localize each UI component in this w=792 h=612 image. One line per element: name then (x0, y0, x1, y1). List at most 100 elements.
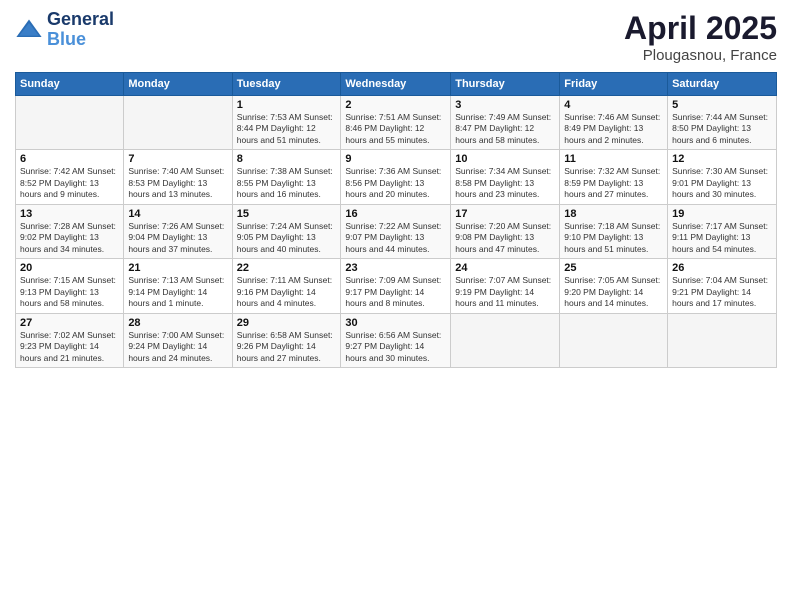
day-info: Sunrise: 6:56 AM Sunset: 9:27 PM Dayligh… (345, 330, 446, 364)
day-number: 28 (128, 317, 227, 329)
calendar-cell (451, 313, 560, 367)
day-info: Sunrise: 7:18 AM Sunset: 9:10 PM Dayligh… (564, 221, 663, 255)
calendar-cell: 18Sunrise: 7:18 AM Sunset: 9:10 PM Dayli… (560, 204, 668, 258)
day-number: 6 (20, 153, 119, 165)
day-number: 2 (345, 99, 446, 111)
day-info: Sunrise: 7:30 AM Sunset: 9:01 PM Dayligh… (672, 166, 772, 200)
day-number: 27 (20, 317, 119, 329)
calendar-cell: 30Sunrise: 6:56 AM Sunset: 9:27 PM Dayli… (341, 313, 451, 367)
day-info: Sunrise: 7:40 AM Sunset: 8:53 PM Dayligh… (128, 166, 227, 200)
day-number: 13 (20, 208, 119, 220)
day-info: Sunrise: 7:44 AM Sunset: 8:50 PM Dayligh… (672, 112, 772, 146)
day-number: 16 (345, 208, 446, 220)
weekday-header: Sunday (16, 73, 124, 96)
calendar-cell: 2Sunrise: 7:51 AM Sunset: 8:46 PM Daylig… (341, 96, 451, 150)
day-info: Sunrise: 7:20 AM Sunset: 9:08 PM Dayligh… (455, 221, 555, 255)
day-number: 4 (564, 99, 663, 111)
day-info: Sunrise: 7:26 AM Sunset: 9:04 PM Dayligh… (128, 221, 227, 255)
calendar-cell: 20Sunrise: 7:15 AM Sunset: 9:13 PM Dayli… (16, 259, 124, 313)
day-info: Sunrise: 7:28 AM Sunset: 9:02 PM Dayligh… (20, 221, 119, 255)
calendar-subtitle: Plougasnou, France (624, 47, 777, 64)
day-number: 20 (20, 262, 119, 274)
day-info: Sunrise: 7:53 AM Sunset: 8:44 PM Dayligh… (237, 112, 337, 146)
day-number: 18 (564, 208, 663, 220)
day-info: Sunrise: 7:22 AM Sunset: 9:07 PM Dayligh… (345, 221, 446, 255)
calendar-cell: 15Sunrise: 7:24 AM Sunset: 9:05 PM Dayli… (232, 204, 341, 258)
day-number: 25 (564, 262, 663, 274)
day-info: Sunrise: 7:11 AM Sunset: 9:16 PM Dayligh… (237, 275, 337, 309)
day-info: Sunrise: 7:17 AM Sunset: 9:11 PM Dayligh… (672, 221, 772, 255)
day-number: 26 (672, 262, 772, 274)
calendar-cell: 23Sunrise: 7:09 AM Sunset: 9:17 PM Dayli… (341, 259, 451, 313)
day-info: Sunrise: 7:05 AM Sunset: 9:20 PM Dayligh… (564, 275, 663, 309)
calendar-cell: 24Sunrise: 7:07 AM Sunset: 9:19 PM Dayli… (451, 259, 560, 313)
calendar-cell: 6Sunrise: 7:42 AM Sunset: 8:52 PM Daylig… (16, 150, 124, 204)
day-info: Sunrise: 7:34 AM Sunset: 8:58 PM Dayligh… (455, 166, 555, 200)
calendar-cell: 11Sunrise: 7:32 AM Sunset: 8:59 PM Dayli… (560, 150, 668, 204)
day-number: 29 (237, 317, 337, 329)
day-number: 5 (672, 99, 772, 111)
day-number: 23 (345, 262, 446, 274)
calendar-title: April 2025 (624, 10, 777, 47)
calendar-cell: 4Sunrise: 7:46 AM Sunset: 8:49 PM Daylig… (560, 96, 668, 150)
calendar-cell: 27Sunrise: 7:02 AM Sunset: 9:23 PM Dayli… (16, 313, 124, 367)
day-info: Sunrise: 7:32 AM Sunset: 8:59 PM Dayligh… (564, 166, 663, 200)
day-number: 22 (237, 262, 337, 274)
day-info: Sunrise: 7:46 AM Sunset: 8:49 PM Dayligh… (564, 112, 663, 146)
calendar-cell: 9Sunrise: 7:36 AM Sunset: 8:56 PM Daylig… (341, 150, 451, 204)
calendar-cell (16, 96, 124, 150)
day-info: Sunrise: 7:38 AM Sunset: 8:55 PM Dayligh… (237, 166, 337, 200)
calendar-cell: 7Sunrise: 7:40 AM Sunset: 8:53 PM Daylig… (124, 150, 232, 204)
calendar-week-row: 20Sunrise: 7:15 AM Sunset: 9:13 PM Dayli… (16, 259, 777, 313)
calendar-cell: 19Sunrise: 7:17 AM Sunset: 9:11 PM Dayli… (668, 204, 777, 258)
day-number: 11 (564, 153, 663, 165)
weekday-header: Wednesday (341, 73, 451, 96)
day-info: Sunrise: 7:42 AM Sunset: 8:52 PM Dayligh… (20, 166, 119, 200)
calendar-cell: 10Sunrise: 7:34 AM Sunset: 8:58 PM Dayli… (451, 150, 560, 204)
logo-icon (15, 16, 43, 44)
day-info: Sunrise: 7:15 AM Sunset: 9:13 PM Dayligh… (20, 275, 119, 309)
weekday-header: Saturday (668, 73, 777, 96)
weekday-header-row: SundayMondayTuesdayWednesdayThursdayFrid… (16, 73, 777, 96)
calendar-cell: 16Sunrise: 7:22 AM Sunset: 9:07 PM Dayli… (341, 204, 451, 258)
day-number: 17 (455, 208, 555, 220)
day-number: 14 (128, 208, 227, 220)
day-number: 15 (237, 208, 337, 220)
day-info: Sunrise: 7:24 AM Sunset: 9:05 PM Dayligh… (237, 221, 337, 255)
day-info: Sunrise: 7:02 AM Sunset: 9:23 PM Dayligh… (20, 330, 119, 364)
calendar-cell: 28Sunrise: 7:00 AM Sunset: 9:24 PM Dayli… (124, 313, 232, 367)
calendar-cell: 22Sunrise: 7:11 AM Sunset: 9:16 PM Dayli… (232, 259, 341, 313)
weekday-header: Monday (124, 73, 232, 96)
page: General Blue April 2025 Plougasnou, Fran… (0, 0, 792, 612)
day-info: Sunrise: 7:09 AM Sunset: 9:17 PM Dayligh… (345, 275, 446, 309)
day-number: 30 (345, 317, 446, 329)
day-number: 3 (455, 99, 555, 111)
calendar-table: SundayMondayTuesdayWednesdayThursdayFrid… (15, 72, 777, 368)
calendar-cell: 14Sunrise: 7:26 AM Sunset: 9:04 PM Dayli… (124, 204, 232, 258)
calendar-cell: 1Sunrise: 7:53 AM Sunset: 8:44 PM Daylig… (232, 96, 341, 150)
calendar-cell: 13Sunrise: 7:28 AM Sunset: 9:02 PM Dayli… (16, 204, 124, 258)
calendar-cell: 3Sunrise: 7:49 AM Sunset: 8:47 PM Daylig… (451, 96, 560, 150)
day-number: 12 (672, 153, 772, 165)
weekday-header: Tuesday (232, 73, 341, 96)
day-info: Sunrise: 7:51 AM Sunset: 8:46 PM Dayligh… (345, 112, 446, 146)
day-info: Sunrise: 7:00 AM Sunset: 9:24 PM Dayligh… (128, 330, 227, 364)
calendar-cell: 12Sunrise: 7:30 AM Sunset: 9:01 PM Dayli… (668, 150, 777, 204)
day-number: 19 (672, 208, 772, 220)
day-number: 9 (345, 153, 446, 165)
calendar-cell: 17Sunrise: 7:20 AM Sunset: 9:08 PM Dayli… (451, 204, 560, 258)
day-info: Sunrise: 7:13 AM Sunset: 9:14 PM Dayligh… (128, 275, 227, 309)
day-info: Sunrise: 7:36 AM Sunset: 8:56 PM Dayligh… (345, 166, 446, 200)
day-number: 8 (237, 153, 337, 165)
weekday-header: Thursday (451, 73, 560, 96)
title-block: April 2025 Plougasnou, France (624, 10, 777, 64)
logo-text: General Blue (47, 10, 114, 50)
calendar-cell: 8Sunrise: 7:38 AM Sunset: 8:55 PM Daylig… (232, 150, 341, 204)
calendar-week-row: 6Sunrise: 7:42 AM Sunset: 8:52 PM Daylig… (16, 150, 777, 204)
calendar-cell: 29Sunrise: 6:58 AM Sunset: 9:26 PM Dayli… (232, 313, 341, 367)
calendar-week-row: 1Sunrise: 7:53 AM Sunset: 8:44 PM Daylig… (16, 96, 777, 150)
day-number: 21 (128, 262, 227, 274)
header: General Blue April 2025 Plougasnou, Fran… (15, 10, 777, 64)
day-number: 1 (237, 99, 337, 111)
calendar-week-row: 27Sunrise: 7:02 AM Sunset: 9:23 PM Dayli… (16, 313, 777, 367)
